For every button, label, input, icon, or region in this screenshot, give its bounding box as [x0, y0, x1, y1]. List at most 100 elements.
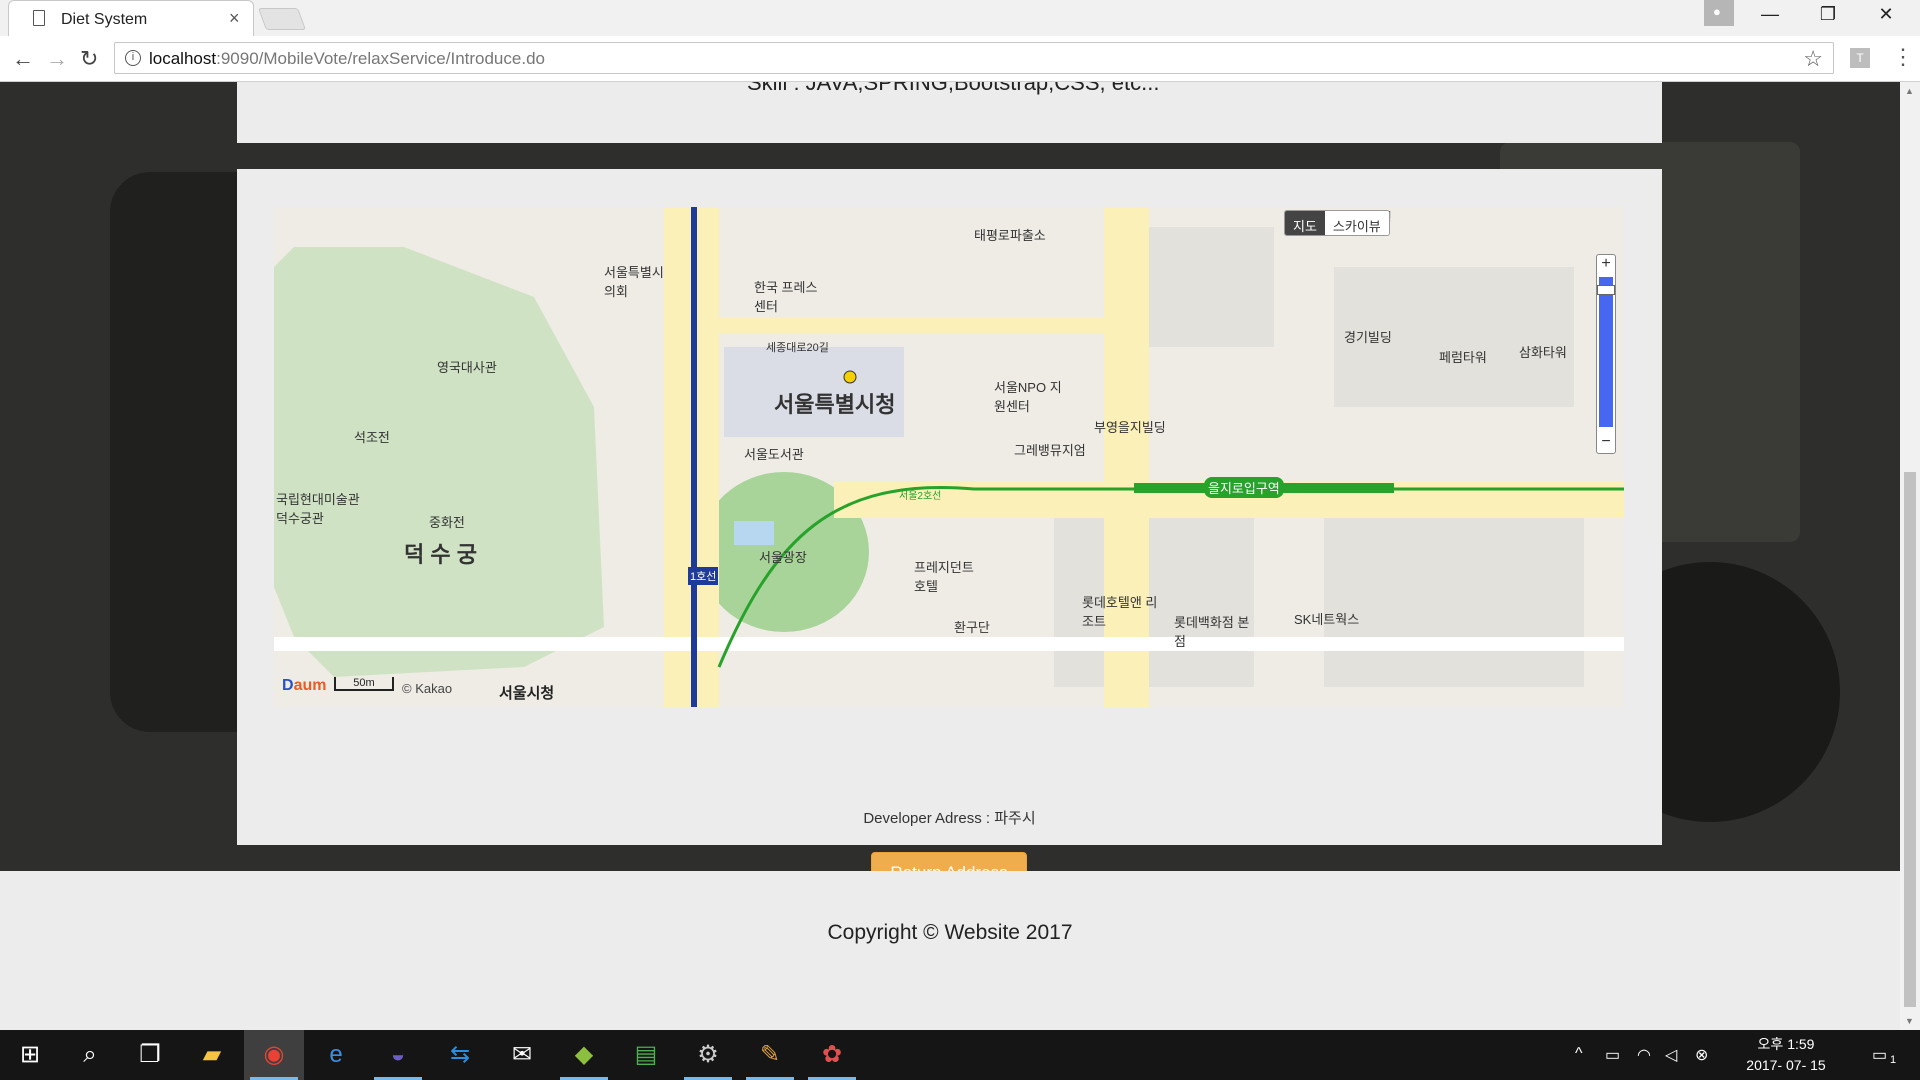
info-icon[interactable]: i	[125, 50, 141, 66]
forward-icon[interactable]: →	[46, 46, 68, 72]
mail-icon[interactable]: ✉	[492, 1030, 552, 1080]
map-label-mmca: 국립현대미술관 덕수궁관	[276, 492, 360, 526]
map-label-taepyeongno: 태평로파출소	[974, 228, 1046, 243]
browser-tab[interactable]: Diet System ×	[8, 0, 254, 36]
zoom-in-button[interactable]: +	[1597, 255, 1615, 275]
chevron-up-icon[interactable]: ^	[1575, 1045, 1583, 1063]
map-label-president-hotel: 프레지던트 호텔	[914, 560, 974, 594]
bookmark-star-icon[interactable]: ☆	[1803, 46, 1823, 72]
map-label-samhwa: 삼화타워	[1519, 345, 1567, 360]
skills-card: Skill : JAVA,SPRING,Bootstrap,CSS, etc..…	[237, 82, 1662, 143]
map-label-seoul-library: 서울도서관	[744, 447, 804, 462]
zoom-slider-thumb[interactable]	[1597, 285, 1615, 295]
tab-strip: Diet System × ● — ❐ ✕	[0, 0, 1920, 36]
zoom-control: + −	[1596, 254, 1616, 454]
teamviewer-icon[interactable]: ⇆	[430, 1030, 490, 1080]
extension-icon[interactable]: T	[1850, 48, 1870, 68]
map-label-lotte-dept: 롯데백화점 본점	[1174, 615, 1250, 649]
map-label-british-embassy: 영국대사관	[437, 360, 497, 375]
map-label-grand-museum: 그레뱅뮤지엄	[1014, 443, 1086, 458]
zoom-out-button[interactable]: −	[1597, 433, 1615, 453]
paint-icon[interactable]: ✎	[740, 1030, 800, 1080]
new-tab-button[interactable]	[257, 8, 307, 30]
map-label-boyoung: 부영을지빌딩	[1094, 420, 1166, 435]
menu-icon[interactable]: ⋮	[1892, 44, 1914, 70]
clock-date: 2017- 07- 15	[1746, 1057, 1826, 1073]
footer: Copyright © Website 2017	[0, 871, 1900, 1030]
map-label-deoksugung: 덕 수 궁	[404, 542, 477, 567]
map-label-lotte-hotel: 롯데호텔앤 리조트	[1082, 595, 1158, 629]
skills-text: Skill : JAVA,SPRING,Bootstrap,CSS, etc..…	[747, 82, 1160, 95]
map-label-seoul-sichung: 서울시청	[499, 685, 555, 702]
notification-count: 1	[1890, 1054, 1897, 1066]
developer-address: Developer Adress : 파주시	[863, 810, 1036, 827]
toolbar: ← → ↻ i localhost:9090/MobileVote/relaxS…	[0, 36, 1920, 82]
map-type-map-button[interactable]: 지도	[1285, 211, 1325, 235]
map-label-seokjojeon: 석조전	[354, 430, 390, 445]
scrollbar-thumb[interactable]	[1904, 472, 1916, 1007]
map-label-city-hall: 서울특별시청	[774, 392, 896, 417]
map-type-toggle: 지도 스카이뷰	[1284, 210, 1390, 236]
page-viewport: Skill : JAVA,SPRING,Bootstrap,CSS, etc..…	[0, 82, 1900, 1030]
address-bar[interactable]: i localhost:9090/MobileVote/relaxService…	[114, 42, 1834, 74]
zoom-slider-track[interactable]	[1599, 277, 1613, 427]
pond	[734, 521, 774, 545]
settings-gear-icon[interactable]: ⚙	[678, 1030, 738, 1080]
road-sogong	[274, 637, 1624, 651]
map-label-line1: 1호선	[688, 567, 719, 585]
map-label-hwangu: 환구단	[954, 620, 990, 635]
close-button[interactable]: ✕	[1866, 4, 1906, 25]
road-sejong	[714, 317, 1114, 333]
system-clock[interactable]: 오후 1:59 2017- 07- 15	[1740, 1034, 1832, 1076]
clock-time: 오후 1:59	[1757, 1036, 1815, 1052]
map-label-seoul-npo: 서울NPO 지원센터	[994, 380, 1062, 414]
eclipse-icon[interactable]: ◒	[368, 1030, 428, 1080]
file-explorer-icon[interactable]: ▰	[182, 1030, 242, 1080]
map-label-junghwajeon: 중화전	[429, 515, 465, 530]
map-scale: 50m	[334, 677, 394, 691]
task-view-icon[interactable]: ❐	[120, 1030, 180, 1080]
map-label-kyunggi: 경기빌딩	[1344, 330, 1392, 345]
map-type-skyview-button[interactable]: 스카이뷰	[1324, 211, 1389, 235]
scroll-up-icon[interactable]: ▲	[1905, 86, 1914, 96]
map-label-city-council: 서울특별시 의회	[604, 265, 664, 299]
map-copyright: © Kakao	[402, 681, 453, 696]
road-namdaemun	[1104, 207, 1149, 707]
person-icon: ●	[1713, 4, 1721, 19]
notification-icon[interactable]: ▭	[1872, 1045, 1887, 1065]
daum-logo: Daum	[282, 677, 327, 694]
reload-icon[interactable]: ↻	[80, 46, 98, 72]
tab-title: Diet System	[61, 11, 148, 28]
search-icon[interactable]: ⌕	[60, 1030, 120, 1080]
minimize-button[interactable]: —	[1750, 4, 1790, 25]
url-text[interactable]: localhost:9090/MobileVote/relaxService/I…	[149, 49, 545, 69]
back-icon[interactable]: ←	[12, 46, 34, 72]
chrome-icon[interactable]: ◉	[244, 1030, 304, 1080]
map-graphics	[274, 207, 1624, 707]
map-label-sejong: 세종대로20길	[766, 342, 829, 354]
city-hall-marker	[843, 370, 857, 384]
network-off-icon[interactable]: ⊗	[1695, 1045, 1708, 1065]
map-label-seoul-plaza: 서울광장	[759, 550, 807, 565]
wifi-icon[interactable]: ◠	[1637, 1045, 1651, 1065]
page-icon	[33, 10, 45, 26]
tab-close-icon[interactable]: ×	[229, 8, 240, 29]
app-icon-3[interactable]: ✿	[802, 1030, 862, 1080]
profile-button[interactable]: ●	[1704, 0, 1734, 26]
copyright-text: Copyright © Website 2017	[827, 921, 1073, 944]
maximize-button[interactable]: ❐	[1808, 4, 1848, 25]
app-icon-2[interactable]: ▤	[616, 1030, 676, 1080]
map-label-ferrum: 페럼타워	[1439, 350, 1487, 365]
start-windows-icon[interactable]: ⊞	[0, 1030, 60, 1080]
map-label-press-center: 한국 프레스센터	[754, 280, 818, 314]
volume-icon[interactable]: ◁	[1665, 1045, 1677, 1065]
internet-explorer-icon[interactable]: e	[306, 1030, 366, 1080]
app-icon-1[interactable]: ◆	[554, 1030, 614, 1080]
map-view[interactable]: 서울특별시청 덕 수 궁 을지로입구역 서울광장 서울도서관 서울특별시 의회 …	[274, 207, 1624, 707]
battery-icon[interactable]: ▭	[1605, 1045, 1620, 1065]
vertical-scrollbar[interactable]: ▲ ▼	[1900, 82, 1920, 1030]
scroll-down-icon[interactable]: ▼	[1905, 1016, 1914, 1026]
map-card: 서울특별시청 덕 수 궁 을지로입구역 서울광장 서울도서관 서울특별시 의회 …	[237, 169, 1662, 894]
taskbar: ⊞ ⌕ ❐ ▰ ◉ e ◒ ⇆ ✉ ◆ ▤ ⚙ ✎ ✿ ^ ▭ ◠ ◁ ⊗ 오후…	[0, 1030, 1920, 1080]
map-label-line2: 서울2호선	[899, 491, 942, 502]
